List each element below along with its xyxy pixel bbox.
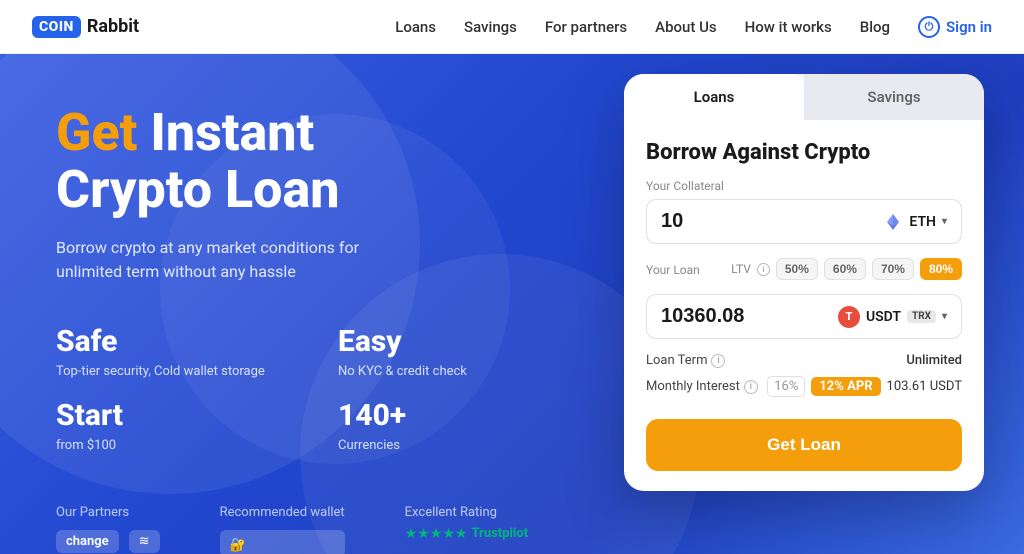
feature-start-label: Start xyxy=(56,398,123,433)
nav-loans[interactable]: Loans xyxy=(395,18,436,36)
interest-info-icon: i xyxy=(744,380,758,394)
term-info-icon: i xyxy=(711,354,725,368)
hero-content: Get InstantCrypto Loan Borrow crypto at … xyxy=(0,54,580,554)
feature-easy-label: Easy xyxy=(338,324,467,359)
term-row: Loan Term i Unlimited xyxy=(646,353,962,368)
nav-partners[interactable]: For partners xyxy=(545,18,627,36)
card-body: Borrow Against Crypto Your Collateral ET… xyxy=(624,120,984,491)
loan-card: Loans Savings Borrow Against Crypto Your… xyxy=(624,74,984,491)
interest-key: Monthly Interest i xyxy=(646,379,758,394)
nav-blog[interactable]: Blog xyxy=(860,18,890,36)
tab-savings[interactable]: Savings xyxy=(804,74,984,120)
hero-title: Get InstantCrypto Loan xyxy=(56,104,580,218)
nav-how[interactable]: How it works xyxy=(745,18,832,36)
apr-value: 103.61 USDT xyxy=(887,379,962,394)
wallet-logo: 🔐 xyxy=(220,530,345,554)
eth-label: ETH xyxy=(909,214,936,230)
collateral-input[interactable] xyxy=(661,210,781,233)
chevron-down-icon: ▾ xyxy=(942,216,947,227)
ltv-80[interactable]: 80% xyxy=(920,258,962,280)
header: COIN Rabbit Loans Savings For partners A… xyxy=(0,0,1024,54)
interest-row: Monthly Interest i 16% 12% APR 103.61 US… xyxy=(646,376,962,397)
hero-subtitle: Borrow crypto at any market conditions f… xyxy=(56,236,416,284)
card-title: Borrow Against Crypto xyxy=(646,140,962,165)
eth-currency-selector[interactable]: ETH ▾ xyxy=(883,212,947,232)
loan-chevron-icon: ▾ xyxy=(942,311,947,322)
feature-currencies: 140+ Currencies xyxy=(338,398,580,455)
card-tabs: Loans Savings xyxy=(624,74,984,120)
usdt-icon: T xyxy=(838,306,860,328)
ltv-60[interactable]: 60% xyxy=(824,258,866,280)
term-value: Unlimited xyxy=(906,353,962,368)
nav-savings[interactable]: Savings xyxy=(464,18,517,36)
feature-currencies-desc: Currencies xyxy=(338,437,406,455)
sign-in-icon: ⏻ xyxy=(918,16,940,38)
features-grid: Safe Top-tier security, Cold wallet stor… xyxy=(56,324,580,454)
loan-card-wrapper: Loans Savings Borrow Against Crypto Your… xyxy=(624,74,984,491)
trx-badge: TRX xyxy=(907,310,936,323)
apr-row: 16% 12% APR 103.61 USDT xyxy=(767,376,962,397)
ltv-label: LTV xyxy=(731,262,751,276)
collateral-label: Your Collateral xyxy=(646,179,962,193)
trustpilot: ★★★★★ Trustpilot xyxy=(405,526,528,542)
logo-box: COIN xyxy=(32,16,81,38)
rating-title: Excellent Rating xyxy=(405,505,528,520)
info-ltv-icon: i xyxy=(757,263,770,276)
usdt-label: USDT xyxy=(866,309,901,325)
partner-logo-2: ≋ xyxy=(129,530,160,553)
partner-change: change xyxy=(56,530,119,553)
logo-text: Rabbit xyxy=(87,16,139,37)
collateral-input-row: ETH ▾ xyxy=(646,199,962,244)
wallet-title: Recommended wallet xyxy=(220,505,345,520)
term-key: Loan Term i xyxy=(646,353,725,368)
hero-section: Get InstantCrypto Loan Borrow crypto at … xyxy=(0,54,1024,554)
star-icon: ★★★★★ xyxy=(405,526,468,542)
main-nav: Loans Savings For partners About Us How … xyxy=(395,16,992,38)
ltv-row: LTV i 50% 60% 70% 80% xyxy=(731,258,962,280)
get-loan-button[interactable]: Get Loan xyxy=(646,419,962,471)
loan-label: Your Loan xyxy=(646,263,700,277)
partners-row: Our Partners change ≋ Recommended wallet… xyxy=(56,505,580,554)
feature-safe-label: Safe xyxy=(56,324,265,359)
nav-about[interactable]: About Us xyxy=(655,18,717,36)
loan-input-row: T USDT TRX ▾ xyxy=(646,294,962,339)
sign-in-button[interactable]: ⏻ Sign in xyxy=(918,16,992,38)
wallet-group: Recommended wallet 🔐 xyxy=(220,505,345,554)
tab-loans[interactable]: Loans xyxy=(624,74,804,120)
feature-currencies-label: 140+ xyxy=(338,398,406,433)
feature-start: Start from $100 xyxy=(56,398,298,455)
eth-icon xyxy=(883,212,903,232)
hero-title-get: Get xyxy=(56,102,137,163)
apr-badge: 12% APR xyxy=(811,377,880,396)
ltv-50[interactable]: 50% xyxy=(776,258,818,280)
loan-input[interactable] xyxy=(661,305,791,328)
partners-title: Our Partners xyxy=(56,505,160,520)
trustpilot-logo: Trustpilot xyxy=(471,526,528,541)
apr-old: 16% xyxy=(767,376,805,397)
feature-start-desc: from $100 xyxy=(56,437,123,455)
partners-group: Our Partners change ≋ xyxy=(56,505,160,553)
ltv-70[interactable]: 70% xyxy=(872,258,914,280)
usdt-currency-selector[interactable]: T USDT TRX ▾ xyxy=(838,306,947,328)
rating-group: Excellent Rating ★★★★★ Trustpilot xyxy=(405,505,528,542)
feature-easy: Easy No KYC & credit check xyxy=(338,324,580,381)
logo: COIN Rabbit xyxy=(32,16,139,38)
feature-safe: Safe Top-tier security, Cold wallet stor… xyxy=(56,324,298,381)
feature-easy-desc: No KYC & credit check xyxy=(338,363,467,381)
feature-safe-desc: Top-tier security, Cold wallet storage xyxy=(56,363,265,381)
